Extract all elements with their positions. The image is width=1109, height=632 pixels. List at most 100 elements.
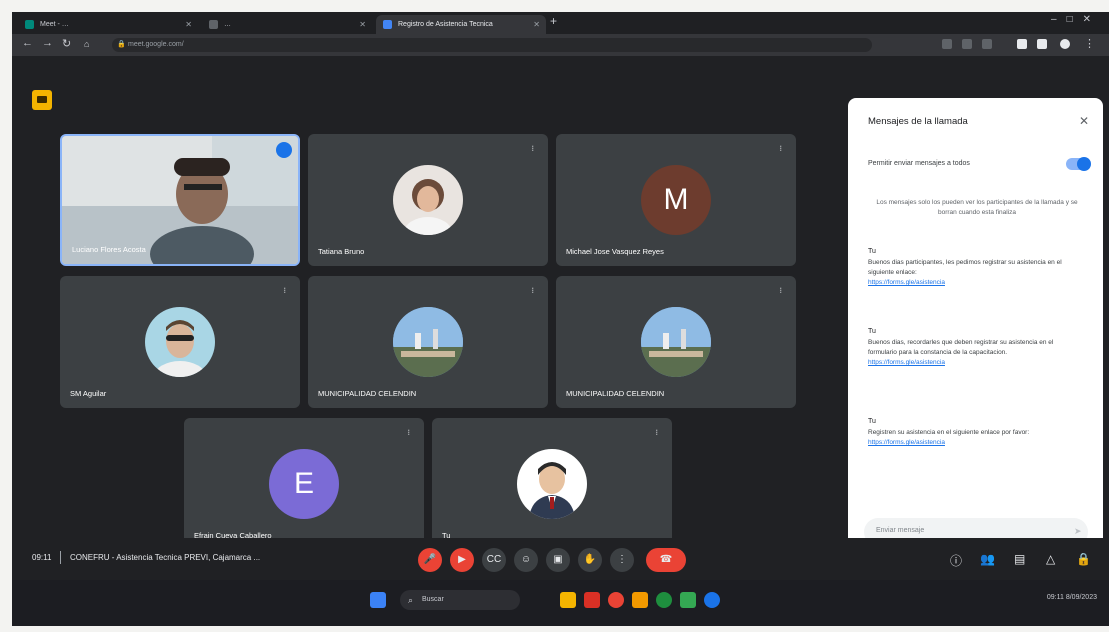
- browser-toolbar: ← → ↻ ⌂ 🔒 meet.google.com/ ⋮: [12, 34, 1109, 56]
- host-controls-icon[interactable]: 🔒: [1076, 552, 1091, 566]
- participant-tile[interactable]: ⁝ Tatiana Bruno: [308, 134, 548, 266]
- raise-hand-icon[interactable]: ✋: [578, 548, 602, 572]
- back-icon[interactable]: ←: [22, 37, 33, 49]
- chat-input-placeholder: Enviar mensaje: [876, 527, 925, 534]
- tray-date: 8/09/2023: [1065, 594, 1097, 601]
- chat-message: Tu Buenos dias participantes, les pedimo…: [868, 248, 1082, 288]
- chat-notice: Los mensajes solo los pueden ver los par…: [876, 199, 1078, 216]
- participant-name: Michael Jose Vasquez Reyes: [566, 247, 664, 256]
- message-link[interactable]: https://forms.gle/asistencia: [868, 358, 1082, 368]
- windows-start-icon[interactable]: [370, 592, 386, 608]
- app-icon[interactable]: [584, 592, 600, 608]
- taskbar-search[interactable]: Buscar: [400, 590, 520, 610]
- message-sender: Tu: [868, 328, 876, 335]
- message-link[interactable]: https://forms.gle/asistencia: [868, 278, 1082, 288]
- file-explorer-icon[interactable]: [560, 592, 576, 608]
- mic-off-icon: ⁝: [531, 286, 534, 295]
- close-tab-icon[interactable]: ✕: [533, 15, 540, 34]
- close-tab-icon[interactable]: ✕: [185, 15, 192, 34]
- app-icon[interactable]: [680, 592, 696, 608]
- participant-name: MUNICIPALIDAD CELENDIN: [566, 389, 665, 398]
- home-icon[interactable]: ⌂: [84, 39, 89, 49]
- participant-tile[interactable]: ⁝ MUNICIPALIDAD CELENDIN: [308, 276, 548, 408]
- participant-tile[interactable]: ⁝ SM Aguilar: [60, 276, 300, 408]
- close-tab-icon[interactable]: ✕: [359, 15, 366, 34]
- tab-label: Meet - …: [40, 21, 69, 28]
- participant-avatar: [641, 307, 711, 377]
- present-screen-icon[interactable]: ▣: [546, 548, 570, 572]
- chat-toggle-label: Permitir enviar mensajes a todos: [868, 160, 970, 167]
- extension-icon[interactable]: [942, 39, 952, 49]
- people-icon[interactable]: 👥: [980, 552, 995, 566]
- participant-name: SM Aguilar: [70, 389, 107, 398]
- info-icon[interactable]: ⓘ: [950, 552, 962, 569]
- chat-icon[interactable]: ▤: [1014, 552, 1025, 566]
- participant-name: Luciano Flores Acosta: [72, 245, 146, 254]
- activities-icon[interactable]: △: [1046, 552, 1055, 566]
- separator: [60, 551, 61, 564]
- participant-letter-avatar: E: [269, 449, 339, 519]
- meeting-controls-bar: 09:11 CONEFRU - Asistencia Tecnica PREVI…: [12, 538, 1109, 580]
- message-link[interactable]: https://forms.gle/asistencia: [868, 438, 1082, 448]
- mic-off-icon: ⁝: [655, 428, 658, 437]
- captions-icon[interactable]: CC: [482, 548, 506, 572]
- participant-tile[interactable]: E ⁝ Efrain Cueva Caballero: [184, 418, 424, 550]
- mic-off-icon: ⁝: [283, 286, 286, 295]
- forward-icon[interactable]: →: [42, 37, 53, 49]
- participant-tile[interactable]: Luciano Flores Acosta: [60, 134, 300, 266]
- mic-off-icon: ⁝: [779, 286, 782, 295]
- app-icon[interactable]: [608, 592, 624, 608]
- reload-icon[interactable]: ↻: [62, 37, 71, 50]
- sidebar-icon[interactable]: [1037, 39, 1047, 49]
- extensions-puzzle-icon[interactable]: [1017, 39, 1027, 49]
- address-bar[interactable]: 🔒 meet.google.com/: [112, 38, 872, 52]
- chrome-icon[interactable]: [656, 592, 672, 608]
- emoji-icon[interactable]: ☺: [514, 548, 538, 572]
- close-icon[interactable]: ✕: [1079, 114, 1089, 128]
- allow-messages-toggle[interactable]: [1066, 157, 1091, 171]
- chat-panel: Mensajes de la llamada ✕ Permitir enviar…: [848, 98, 1103, 572]
- windows-taskbar: Buscar 09:11 8/09/2023: [12, 580, 1109, 626]
- profile-avatar-icon[interactable]: [1060, 39, 1070, 49]
- chat-message: Tu Registren su asistencia en el siguien…: [868, 418, 1082, 448]
- camera-off-button[interactable]: ▶: [450, 548, 474, 572]
- send-icon[interactable]: ➤: [1074, 526, 1082, 537]
- meeting-title: CONEFRU - Asistencia Tecnica PREVI, Caja…: [70, 553, 261, 562]
- chat-message: Tu Buenos dias, recordarles que deben re…: [868, 328, 1082, 368]
- forms-favicon-icon: [383, 20, 392, 29]
- tray-time: 09:11: [1046, 594, 1064, 601]
- more-options-icon[interactable]: ⋮: [610, 548, 634, 572]
- meet-logo-icon: [32, 90, 52, 110]
- end-call-button[interactable]: ☎: [646, 548, 686, 572]
- message-body: Registren su asistencia en el siguiente …: [868, 429, 1030, 436]
- browser-menu-icon[interactable]: ⋮: [1084, 37, 1095, 50]
- tab-second[interactable]: … ✕: [202, 15, 372, 34]
- extension-icon[interactable]: [962, 39, 972, 49]
- participant-tile[interactable]: ⁝ Tu: [432, 418, 672, 550]
- mic-off-icon: ⁝: [407, 428, 410, 437]
- tab-registro[interactable]: Registro de Asistencia Tecnica ✕: [376, 15, 546, 34]
- mic-off-icon: ⁝: [779, 144, 782, 153]
- screen: Meet - … ✕ … ✕ Registro de Asistencia Te…: [12, 12, 1109, 626]
- system-tray[interactable]: 09:11 8/09/2023: [1047, 594, 1097, 601]
- mic-off-button[interactable]: 🎤: [418, 548, 442, 572]
- app-icon[interactable]: [632, 592, 648, 608]
- chat-panel-title: Mensajes de la llamada: [868, 116, 968, 127]
- participant-avatar: [145, 307, 215, 377]
- tab-label: Registro de Asistencia Tecnica: [398, 21, 493, 28]
- edge-icon[interactable]: [704, 592, 720, 608]
- message-sender: Tu: [868, 248, 876, 255]
- new-tab-icon[interactable]: +: [550, 14, 557, 28]
- participant-tile[interactable]: ⁝ MUNICIPALIDAD CELENDIN: [556, 276, 796, 408]
- lock-icon: 🔒: [117, 41, 126, 48]
- url-text: meet.google.com/: [128, 41, 184, 48]
- participant-tile[interactable]: M ⁝ Michael Jose Vasquez Reyes: [556, 134, 796, 266]
- tab-meet[interactable]: Meet - … ✕: [18, 15, 198, 34]
- participant-avatar: [393, 165, 463, 235]
- window-controls[interactable]: –□✕: [1051, 14, 1101, 25]
- meet-stage: Luciano Flores Acosta ⁝ Tatiana Bruno M …: [12, 56, 1109, 580]
- participant-name: Tatiana Bruno: [318, 247, 365, 256]
- star-icon[interactable]: [982, 39, 992, 49]
- speaking-indicator-icon: [276, 142, 292, 158]
- message-body: Buenos dias participantes, les pedimos r…: [868, 259, 1062, 276]
